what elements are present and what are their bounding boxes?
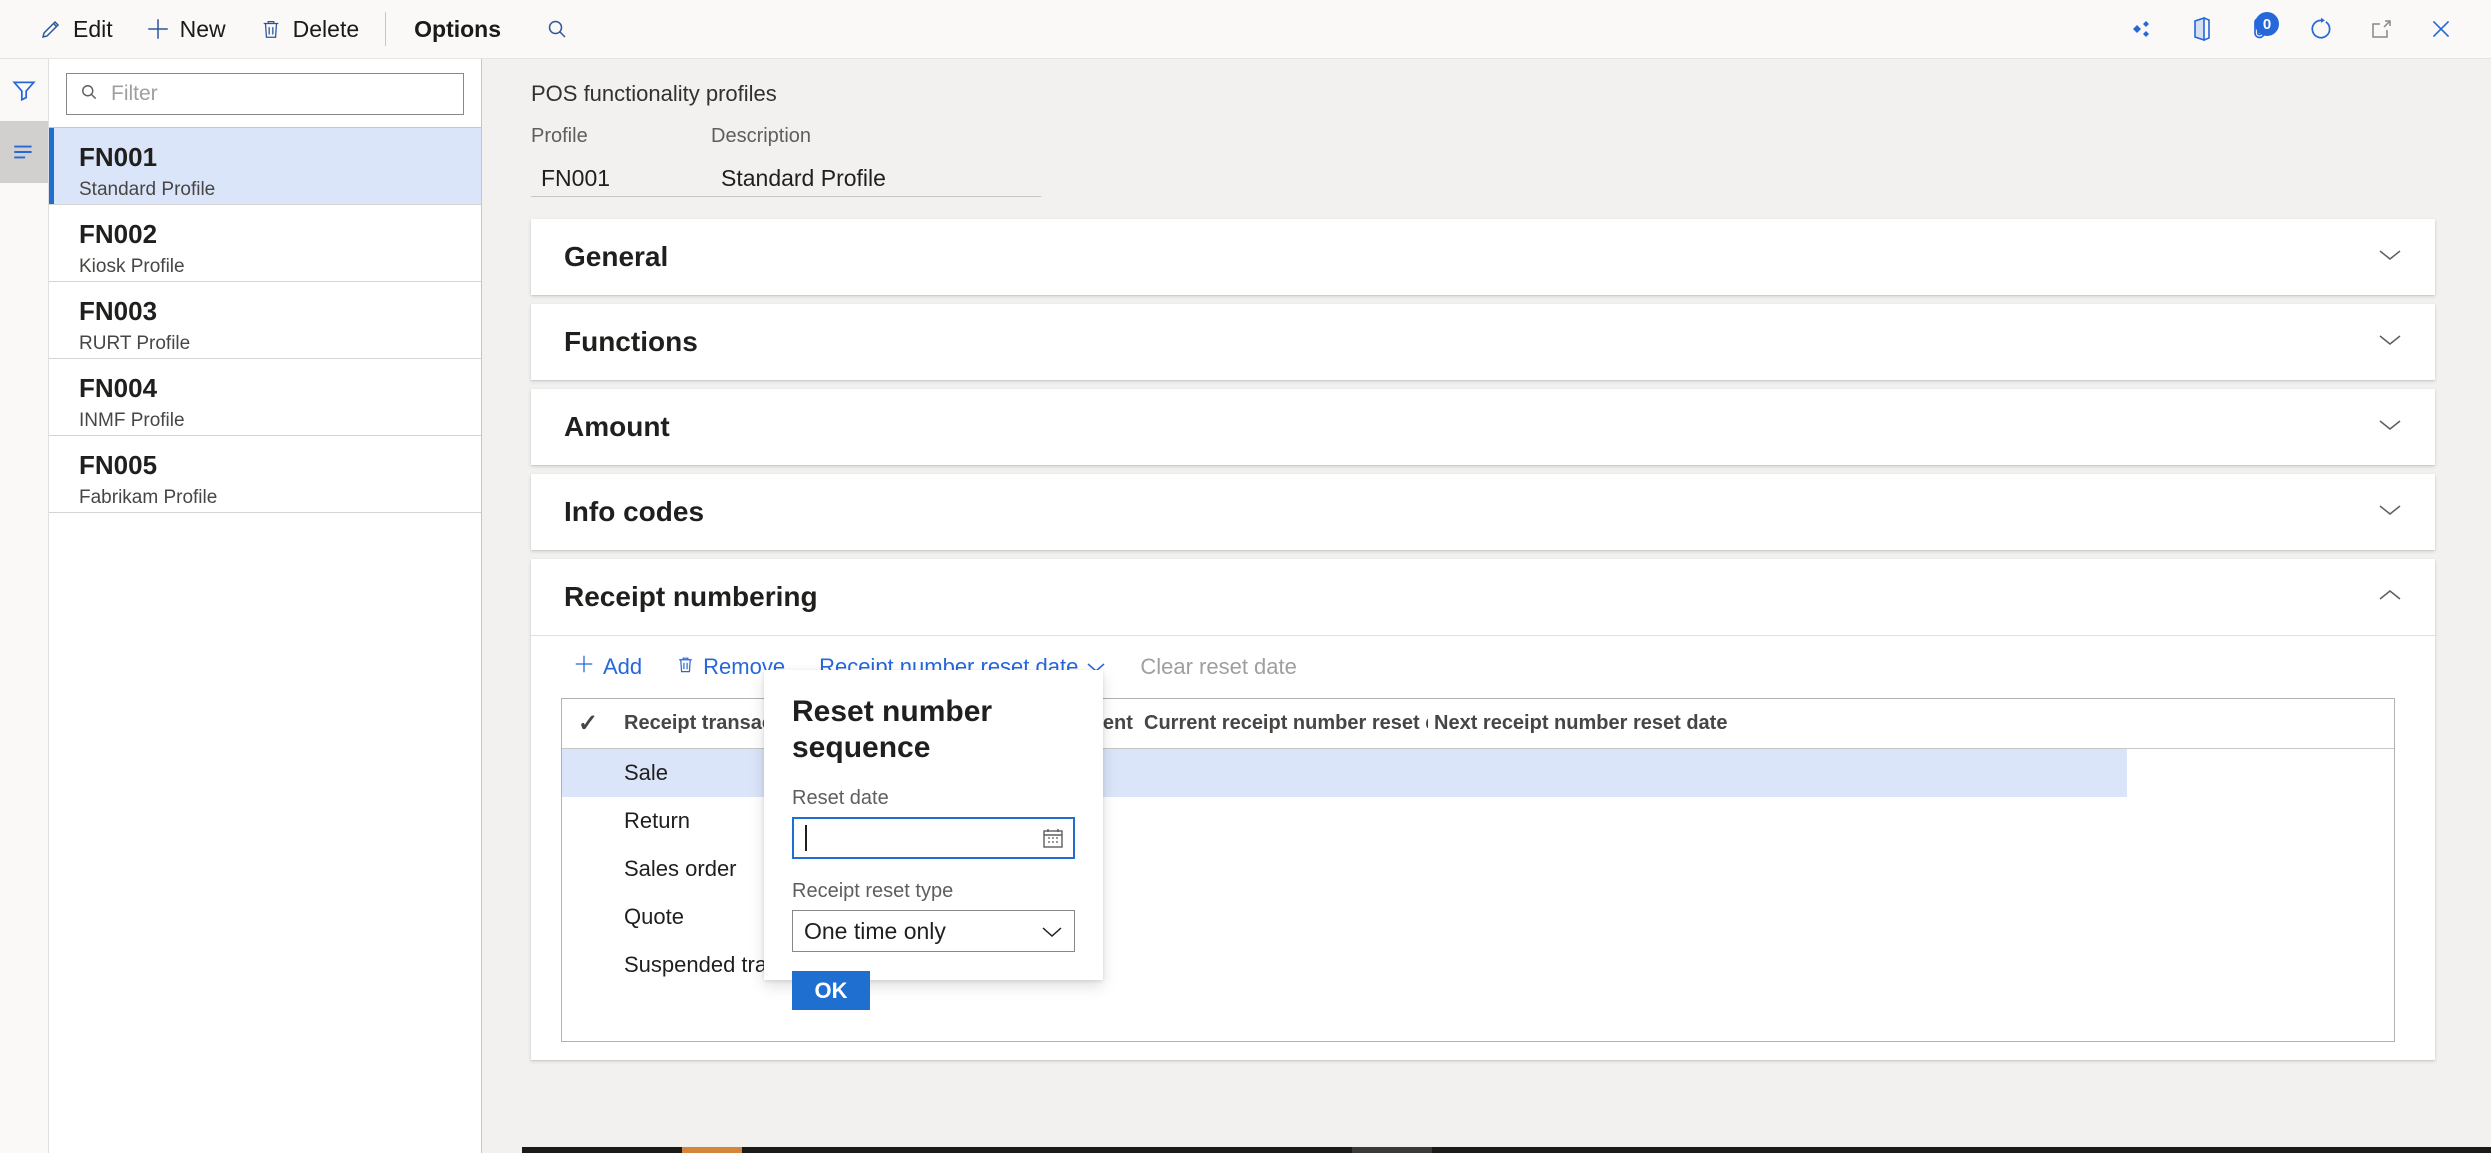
- list-item-desc: Fabrikam Profile: [79, 487, 218, 508]
- list-item[interactable]: FN004 INMF Profile: [49, 359, 481, 436]
- delete-button-label: Delete: [292, 15, 360, 42]
- reset-number-sequence-dialog: Reset number sequence Reset date Receipt…: [764, 670, 1103, 1010]
- list-item[interactable]: FN005 Fabrikam Profile: [49, 436, 481, 513]
- section-title: General: [564, 241, 669, 272]
- section-functions: Functions: [531, 304, 2435, 380]
- section-title: Functions: [564, 326, 698, 357]
- description-field: Description Standard Profile: [711, 125, 1041, 197]
- calendar-icon[interactable]: [1041, 826, 1065, 850]
- list-lines-icon[interactable]: [0, 121, 48, 183]
- left-rail: [0, 59, 48, 1153]
- section-title: Info codes: [564, 496, 705, 527]
- description-field-label: Description: [711, 125, 812, 147]
- section-title: Receipt numbering: [564, 581, 818, 612]
- filter-box[interactable]: [66, 73, 464, 115]
- column-header-current-reset-date[interactable]: Current receipt number reset date: [1138, 712, 1428, 735]
- section-amount-header[interactable]: Amount: [531, 389, 2435, 465]
- funnel-filter-icon[interactable]: [0, 59, 48, 121]
- add-button[interactable]: Add: [559, 645, 656, 689]
- plus-icon: [145, 16, 171, 42]
- profile-field-label: Profile: [531, 125, 588, 147]
- section-general: General: [531, 219, 2435, 295]
- office-app-icon[interactable]: [2173, 6, 2229, 52]
- list-item[interactable]: FN001 Standard Profile: [49, 128, 481, 205]
- section-amount: Amount: [531, 389, 2435, 465]
- main-content: POS functionality profiles Profile FN001…: [483, 59, 2491, 1153]
- scrollbar-thumb[interactable]: [682, 1147, 742, 1153]
- pencil-icon: [38, 16, 64, 42]
- list-item-desc: Kiosk Profile: [79, 256, 185, 277]
- command-bar-divider: [385, 12, 387, 46]
- receipt-reset-type-select[interactable]: One time only: [792, 910, 1075, 952]
- refresh-icon[interactable]: [2293, 6, 2349, 52]
- profile-list-pane: FN001 Standard Profile FN002 Kiosk Profi…: [48, 59, 482, 1153]
- new-button-label: New: [179, 15, 226, 42]
- clear-reset-date-button[interactable]: Clear reset date: [1126, 645, 1311, 689]
- chevron-down-icon: [2377, 502, 2403, 523]
- search-icon[interactable]: [533, 6, 581, 52]
- chevron-up-icon: [2377, 587, 2403, 608]
- section-info-codes-header[interactable]: Info codes: [531, 474, 2435, 550]
- list-item-id: FN004: [79, 373, 158, 403]
- attachment-count-badge: 0: [2255, 12, 2279, 36]
- dynamics-diamond-icon[interactable]: [2113, 6, 2169, 52]
- dialog-title: Reset number sequence: [792, 695, 993, 764]
- chevron-down-icon: [2377, 332, 2403, 353]
- chevron-down-icon: [2377, 247, 2403, 268]
- profile-list: FN001 Standard Profile FN002 Kiosk Profi…: [49, 127, 481, 513]
- add-button-label: Add: [603, 654, 643, 679]
- list-item-id: FN002: [79, 219, 158, 249]
- list-item-desc: RURT Profile: [79, 333, 191, 354]
- edit-button[interactable]: Edit: [22, 6, 129, 52]
- command-bar-right-group: 0: [2113, 6, 2491, 52]
- header-fields: Profile FN001 Description Standard Profi…: [531, 125, 2491, 197]
- list-item-id: FN001: [79, 142, 158, 172]
- list-item-id: FN005: [79, 450, 158, 480]
- open-in-new-window-icon[interactable]: [2353, 6, 2409, 52]
- reset-date-label: Reset date: [792, 787, 889, 809]
- section-general-header[interactable]: General: [531, 219, 2435, 295]
- new-button[interactable]: New: [129, 6, 242, 52]
- receipt-reset-type-value: One time only: [804, 917, 946, 944]
- search-icon: [79, 82, 99, 107]
- page-header: POS functionality profiles Profile FN001…: [483, 59, 2491, 197]
- ok-button[interactable]: OK: [792, 971, 870, 1010]
- section-functions-header[interactable]: Functions: [531, 304, 2435, 380]
- list-item[interactable]: FN002 Kiosk Profile: [49, 205, 481, 282]
- profile-field-value[interactable]: FN001: [531, 159, 711, 197]
- column-header-next-reset-date[interactable]: Next receipt number reset date: [1428, 712, 1728, 735]
- profile-field: Profile FN001: [531, 125, 711, 197]
- chevron-down-icon: [1040, 918, 1064, 945]
- receipt-reset-type-label: Receipt reset type: [792, 880, 954, 902]
- clear-reset-date-label: Clear reset date: [1140, 654, 1297, 679]
- filter-wrapper: [49, 59, 481, 127]
- options-button[interactable]: Options: [396, 6, 519, 52]
- plus-icon: [573, 653, 595, 681]
- scrollbar-thumb-secondary[interactable]: [1352, 1147, 1432, 1153]
- filter-input[interactable]: [109, 81, 451, 107]
- trash-icon: [676, 654, 695, 680]
- horizontal-scrollbar[interactable]: [522, 1147, 2491, 1153]
- attachment-icon[interactable]: 0: [2233, 6, 2289, 52]
- section-title: Amount: [564, 411, 670, 442]
- list-item-desc: INMF Profile: [79, 410, 185, 431]
- section-receipt-numbering-header[interactable]: Receipt numbering: [531, 559, 2435, 635]
- list-item-desc: Standard Profile: [79, 179, 216, 200]
- command-bar-left-group: Edit New Delete Options: [0, 6, 581, 52]
- select-all-check-icon[interactable]: ✓: [562, 709, 608, 738]
- command-bar: Edit New Delete Options 0: [0, 0, 2491, 59]
- description-field-value[interactable]: Standard Profile: [711, 159, 1041, 197]
- trash-icon: [258, 16, 284, 42]
- section-info-codes: Info codes: [531, 474, 2435, 550]
- close-icon[interactable]: [2413, 6, 2469, 52]
- text-cursor: [805, 825, 807, 851]
- list-item[interactable]: FN003 RURT Profile: [49, 282, 481, 359]
- page-title: POS functionality profiles: [531, 81, 777, 106]
- chevron-down-icon: [2377, 417, 2403, 438]
- list-item-id: FN003: [79, 296, 158, 326]
- delete-button[interactable]: Delete: [242, 6, 375, 52]
- reset-date-input[interactable]: [792, 817, 1075, 859]
- edit-button-label: Edit: [73, 15, 113, 42]
